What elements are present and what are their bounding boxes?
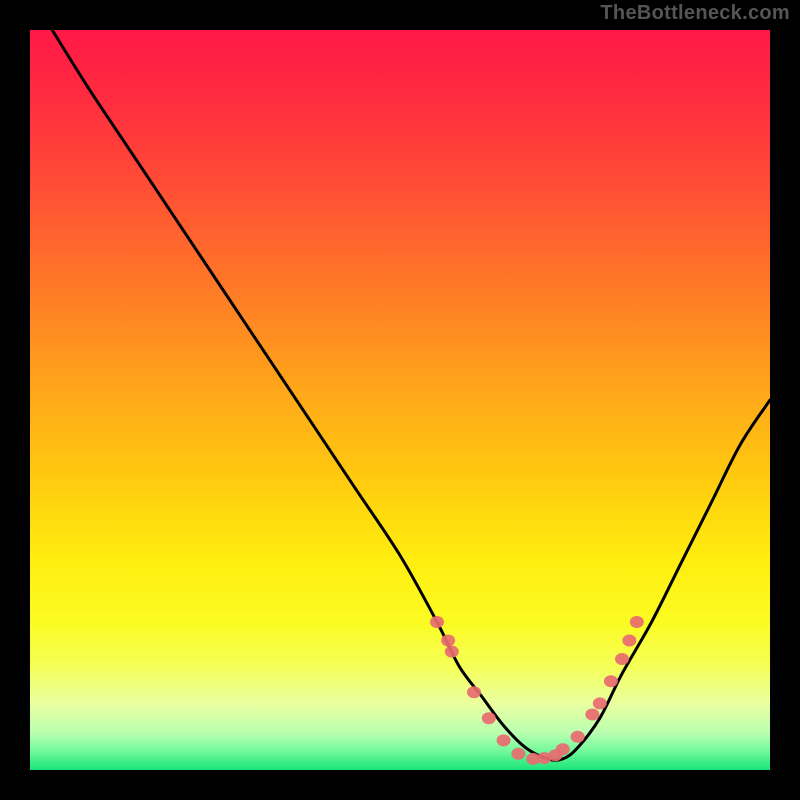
plot-svg (30, 30, 770, 770)
marker-point (556, 743, 570, 755)
marker-point (445, 646, 459, 658)
marker-point (604, 675, 618, 687)
marker-point (622, 635, 636, 647)
plot-area (30, 30, 770, 770)
marker-point (630, 616, 644, 628)
marker-point (430, 616, 444, 628)
marker-point (615, 653, 629, 665)
gradient-background (30, 30, 770, 770)
marker-point (511, 748, 525, 760)
marker-point (441, 635, 455, 647)
watermark-text: TheBottleneck.com (600, 2, 790, 25)
marker-point (585, 709, 599, 721)
chart-stage: TheBottleneck.com (0, 0, 800, 800)
marker-point (571, 731, 585, 743)
marker-point (593, 697, 607, 709)
marker-point (497, 734, 511, 746)
marker-point (467, 686, 481, 698)
marker-point (482, 712, 496, 724)
